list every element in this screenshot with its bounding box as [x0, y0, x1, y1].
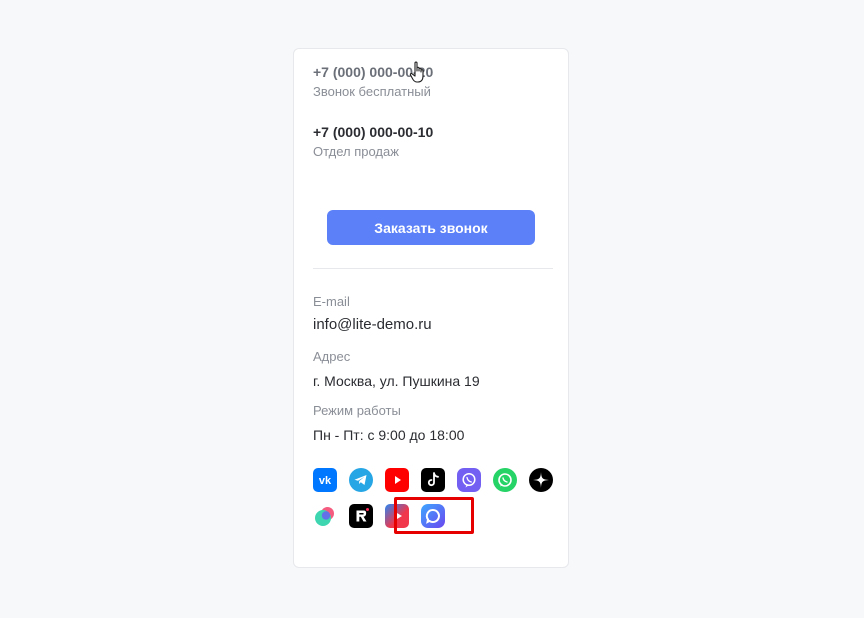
- selection-highlight: [394, 497, 474, 534]
- hours-label: Режим работы: [313, 403, 401, 418]
- rutube-icon[interactable]: [349, 504, 373, 528]
- phone-sales-note: Отдел продаж: [313, 144, 399, 159]
- email-link[interactable]: info@lite-demo.ru: [313, 316, 432, 333]
- vk-icon[interactable]: vk: [313, 468, 337, 492]
- odnoklassniki-circles-icon[interactable]: [313, 504, 337, 528]
- divider: [313, 268, 553, 269]
- phone-sales-block: +7 (000) 000-00-10 Отдел продаж: [313, 123, 433, 160]
- address-label: Адрес: [313, 349, 351, 364]
- hand-cursor-icon: [409, 61, 424, 83]
- phone-free-note: Звонок бесплатный: [313, 84, 431, 99]
- email-label: E-mail: [313, 294, 350, 309]
- svg-text:vk: vk: [319, 475, 332, 487]
- address-value: г. Москва, ул. Пушкина 19: [313, 373, 480, 389]
- tiktok-icon[interactable]: [421, 468, 445, 492]
- telegram-icon[interactable]: [349, 468, 373, 492]
- youtube-icon[interactable]: [385, 468, 409, 492]
- order-call-button[interactable]: Заказать звонок: [327, 210, 535, 245]
- whatsapp-icon[interactable]: [493, 468, 517, 492]
- contacts-card: +7 (000) 000-00-20 Звонок бесплатный +7 …: [293, 48, 569, 568]
- viber-icon[interactable]: [457, 468, 481, 492]
- zen-icon[interactable]: [529, 468, 553, 492]
- hours-value: Пн - Пт: с 9:00 до 18:00: [313, 427, 465, 443]
- phone-sales-link[interactable]: +7 (000) 000-00-10: [313, 123, 433, 141]
